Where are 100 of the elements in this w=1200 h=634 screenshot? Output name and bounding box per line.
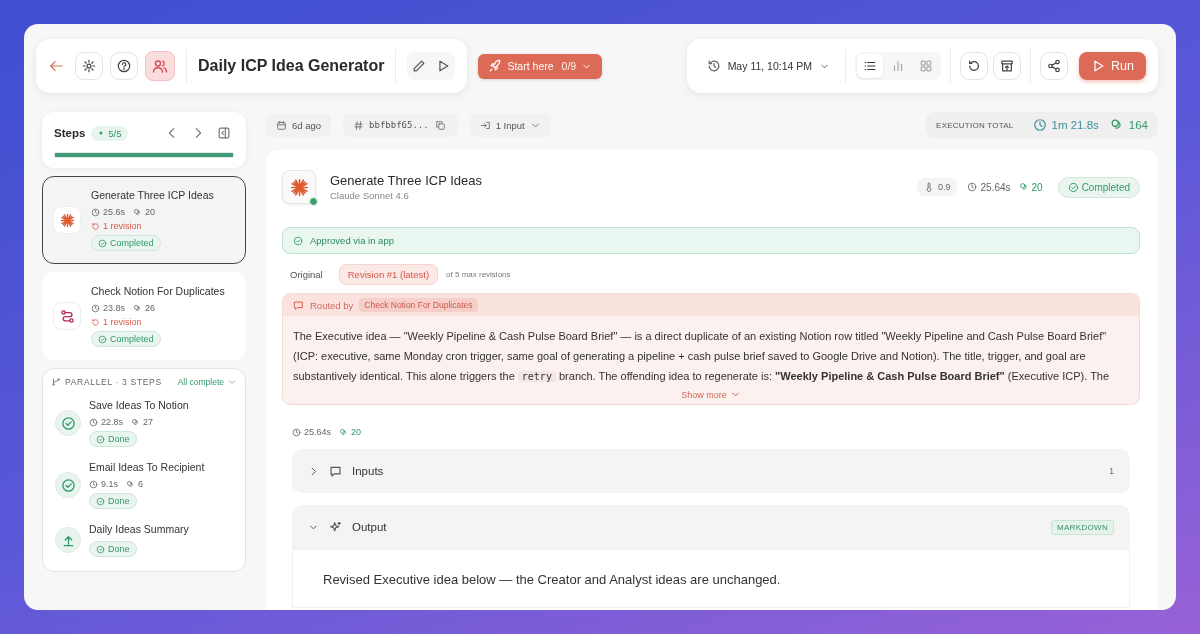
parallel-label: PARALLEL · 3 STEPS [65,377,162,387]
coins-icon [133,303,143,313]
token-count: 6 [138,479,144,489]
step-name: Save Ideas To Notion [89,399,189,411]
output-section-header[interactable]: Output MARKDOWN [292,505,1130,549]
revision-icon [91,221,100,231]
rocket-icon [488,59,503,73]
token-count: 26 [145,303,156,313]
step-name: Daily Ideas Summary [89,523,189,535]
temperature-badge: 0.9 [916,178,958,196]
step-card[interactable]: Check Notion For Duplicates 23.8s 26 1 revision Completed [42,272,246,360]
settings-button[interactable] [75,52,103,80]
execution-total-label: EXECUTION TOTAL [936,120,1014,130]
status-badge: Done [89,431,137,447]
item-count: 1 [1109,466,1114,476]
token-count: 20 [351,427,362,437]
collapse-panel-icon [217,126,231,140]
settings-icon [82,59,96,73]
grid-view-icon [919,59,934,73]
parallel-step[interactable]: Daily Ideas Summary Done [51,521,237,559]
parallel-step[interactable]: Save Ideas To Notion 22.8s 27 Done [51,397,237,449]
total-tokens: 164 [1128,119,1148,131]
clock-icon [89,417,98,427]
run-date-dropdown[interactable]: May 11, 10:14 PM [700,59,837,73]
run-hash: bbfbbf65... [343,113,458,137]
copy-icon [435,119,447,131]
step-name: Email Ideas To Recipient [89,461,205,473]
revision-count: 1 revision [103,317,142,327]
age-label: 6d ago [266,113,332,137]
help-icon [117,59,131,73]
duration: 22.8s [101,417,124,427]
archive-icon [1000,59,1015,73]
token-count: 27 [143,417,154,427]
source-step-tag: Check Notion For Duplicates [359,298,478,312]
asterisk-icon [53,206,81,234]
route-icon [53,302,81,330]
check-circle-icon [1067,181,1079,193]
check-circle-icon [55,472,81,498]
hash-icon [353,119,365,131]
revision-tab[interactable]: Original [282,265,331,284]
step-title: Generate Three ICP Ideas [330,173,482,188]
all-complete-dropdown[interactable]: All complete [177,377,237,387]
coins-icon [131,417,141,427]
status-badge: Completed [1057,176,1140,198]
clock-icon [91,303,100,313]
check-circle-icon [55,410,81,436]
clock-icon [292,427,301,437]
users-icon [145,51,175,81]
duration: 25.64s [980,181,1011,193]
archive-button[interactable] [993,52,1022,80]
check-circle-icon [96,434,105,444]
coins-icon [1109,118,1124,132]
sparkle-icon [329,520,342,534]
check-circle-icon [96,496,105,506]
calendar-icon [276,119,287,131]
step-card[interactable]: Generate Three ICP Ideas 25.6s 20 1 revision Completed [42,176,246,264]
coins-icon [1018,182,1029,192]
clock-icon [967,182,978,192]
check-circle-icon [98,334,107,344]
duration: 23.8s [103,303,126,313]
edit-icon [412,59,427,73]
token-count: 20 [145,207,156,217]
reset-button[interactable] [960,52,989,80]
routing-reason: The Executive idea — "Weekly Pipeline & Cash Pulse Board Brief" — is a direct duplicate of an existing Notion row titled "Weekly Pipeline and Cash Pulse Board Brief" (ICP: executive, same Monday cron trigger, same goal of generating a pipeline + cash pulse brief saved to Google Drive and Notion). The title, trigger, and goal are substantively identical. This alone triggers the retry branch. The offending idea to regenerate is: "Weekly Pipeline & Cash Pulse Board Brief" (Executive ICP). The [293,329,1111,384]
coins-icon [126,479,135,489]
revision-tab[interactable]: Revision #1 (latest) [338,264,439,285]
inputs-dropdown[interactable]: 1 Input [469,113,551,137]
upload-icon [55,527,81,553]
branch-icon [51,377,61,387]
inputs-section-header[interactable]: Inputs 1 [292,449,1130,493]
step-name: Check Notion For Duplicates [91,285,225,297]
message-icon [293,299,304,311]
status-badge: Done [89,541,137,557]
message-icon [329,464,342,478]
revision-count: 1 revision [103,221,142,231]
output-text: Revised Executive idea below — the Creator and Analyst ideas are unchanged. [323,571,782,587]
duration: 25.64s [304,427,332,437]
token-count: 20 [1031,181,1043,193]
help-button[interactable] [110,52,138,80]
duration: 9.1s [101,479,118,489]
history-icon [706,59,721,73]
duration: 25.6s [103,207,126,217]
coins-icon [133,207,143,217]
share-button[interactable] [1040,52,1069,80]
back-icon [49,59,63,73]
play-icon [1091,59,1106,73]
check-circle-icon [96,544,105,554]
parallel-step[interactable]: Email Ideas To Recipient 9.1s 6 Done [51,459,237,511]
workflow-title: Daily ICP Idea Generator [198,57,385,75]
list-view-icon [863,59,878,73]
reset-icon [967,59,982,73]
coins-icon [339,427,349,437]
play-icon [436,59,451,73]
check-circle-icon [293,235,303,246]
step-name: Generate Three ICP Ideas [91,189,214,201]
copy-button[interactable] [433,118,448,132]
list-view-button[interactable] [857,54,884,78]
caret-icon [227,377,237,387]
approval-text: Approved via in app [310,235,394,246]
model-name: Claude Sonnet 4.6 [330,190,410,201]
